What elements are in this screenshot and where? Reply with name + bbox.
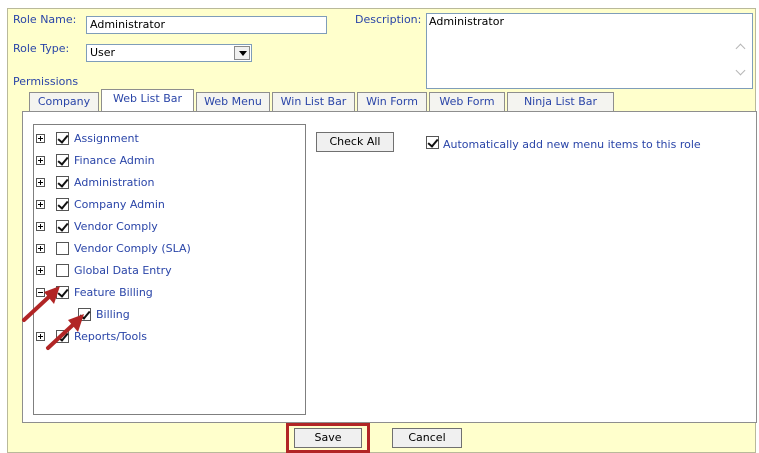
expand-icon[interactable] [36,134,45,143]
checkbox-finance-admin[interactable] [56,154,69,167]
description-label: Description: [355,13,422,26]
tree-item-finance-admin: Finance Admin [34,153,304,169]
role-type-select[interactable]: User [86,44,252,62]
tree-item-label: Vendor Comply [74,220,158,233]
tab-win-form[interactable]: Win Form [357,92,427,112]
expand-icon[interactable] [36,244,45,253]
description-textarea[interactable]: Administrator [426,13,753,89]
checkbox-vendor-comply[interactable] [56,220,69,233]
tree-item-assignment: Assignment [34,131,304,147]
scroll-up-icon[interactable] [737,42,747,50]
expand-icon[interactable] [36,178,45,187]
annotation-arrow-icon [46,314,84,350]
scroll-down-icon[interactable] [737,68,747,76]
tree-item-label: Administration [74,176,155,189]
tab-web-menu[interactable]: Web Menu [196,92,270,112]
expand-icon[interactable] [36,156,45,165]
chevron-down-icon[interactable] [234,46,250,60]
auto-add-checkbox[interactable] [426,136,439,149]
expand-icon[interactable] [36,266,45,275]
annotation-arrows [22,286,84,350]
tab-web-form[interactable]: Web Form [429,92,505,112]
auto-add-label: Automatically add new menu items to this… [443,138,701,151]
role-type-value: User [90,46,116,59]
tree-item-company-admin: Company Admin [34,197,304,213]
role-name-input[interactable]: Administrator [86,16,327,34]
checkbox-company-admin[interactable] [56,198,69,211]
permissions-label: Permissions [13,75,79,88]
expand-icon[interactable] [36,222,45,231]
annotation-arrow-icon [22,286,60,322]
check-all-button[interactable]: Check All [316,132,394,152]
role-name-label: Role Name: [13,13,77,26]
tab-web-list-bar[interactable]: Web List Bar [101,89,194,113]
tree-item-vendor-comply: Vendor Comply [34,219,304,235]
tab-content-web-list-bar: Assignment Finance Admin Administration … [22,111,757,423]
tab-company[interactable]: Company [29,92,99,112]
tree-item-vendor-comply-sla: Vendor Comply (SLA) [34,241,304,257]
role-type-label: Role Type: [13,42,70,55]
checkbox-administration[interactable] [56,176,69,189]
tree-item-label: Company Admin [74,198,165,211]
save-highlight-box [286,423,370,453]
tree-item-administration: Administration [34,175,304,191]
tree-item-label: Assignment [74,132,139,145]
permissions-tree: Assignment Finance Admin Administration … [33,124,306,415]
tree-item-label: Finance Admin [74,154,155,167]
tab-ninja-list-bar[interactable]: Ninja List Bar [507,92,614,112]
description-value: Administrator [429,15,504,28]
checkbox-assignment[interactable] [56,132,69,145]
tree-item-label: Vendor Comply (SLA) [74,242,191,255]
checkbox-vendor-comply-sla[interactable] [56,242,69,255]
cancel-button[interactable]: Cancel [392,428,462,448]
tab-win-list-bar[interactable]: Win List Bar [272,92,355,112]
expand-icon[interactable] [36,200,45,209]
